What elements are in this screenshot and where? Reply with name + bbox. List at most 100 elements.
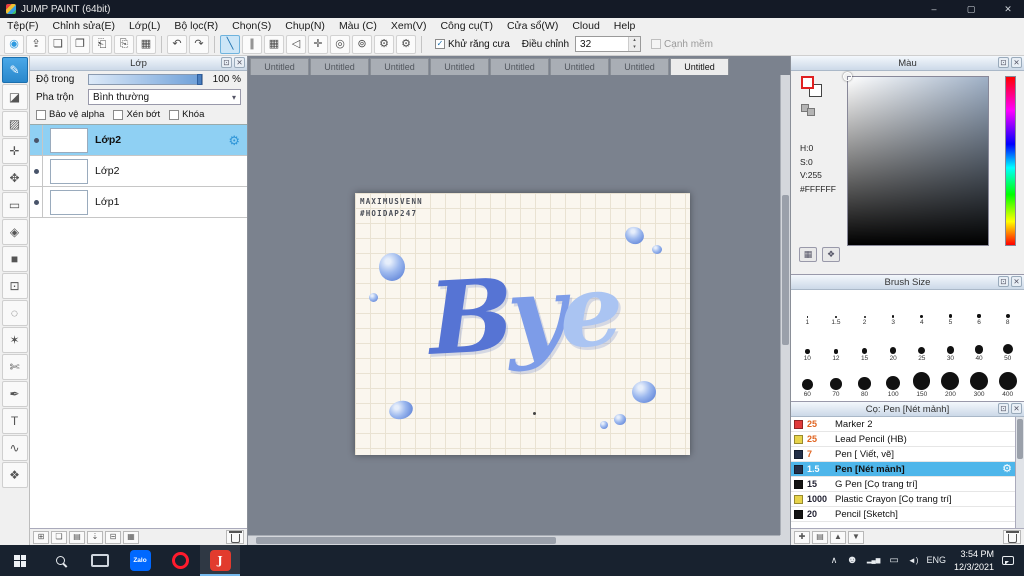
horizontal-scrollbar-thumb[interactable] — [256, 537, 556, 544]
vertical-scrollbar[interactable] — [780, 75, 790, 535]
layer-footer-icon[interactable]: ▤ — [69, 530, 85, 544]
toolbar-icon[interactable]: ⊚ — [352, 34, 372, 54]
palette-button[interactable]: ▦ — [799, 247, 817, 262]
tool-button[interactable]: ▨ — [1, 111, 28, 137]
tray-icon[interactable]: ◄) — [908, 556, 919, 565]
palette-button[interactable]: ❖ — [822, 247, 840, 262]
document-tab[interactable]: Untitled — [370, 58, 429, 75]
color-picker-cursor[interactable] — [843, 72, 852, 81]
document-tab[interactable]: Untitled — [310, 58, 369, 75]
brush-size-option[interactable]: 10 — [793, 328, 822, 364]
brush-footer-icon[interactable]: ▲ — [830, 530, 846, 544]
brush-size-option[interactable]: 70 — [822, 364, 851, 400]
tool-button[interactable]: ✶ — [1, 327, 28, 353]
tray-icon[interactable]: ▭ — [889, 555, 898, 566]
menu-item[interactable]: Lớp(L) — [122, 18, 167, 33]
brush-size-option[interactable]: 150 — [908, 364, 937, 400]
brush-size-option[interactable]: 100 — [879, 364, 908, 400]
toolbar-icon[interactable]: ✛ — [308, 34, 328, 54]
panel-float-icon[interactable]: ⊡ — [221, 57, 232, 68]
layer-footer-icon[interactable]: ⇣ — [87, 530, 103, 544]
brush-list-scrollbar-thumb[interactable] — [1017, 419, 1023, 459]
toolbar-icon[interactable]: ⎘ — [114, 34, 134, 54]
canvas-viewport[interactable]: MAXIMUSVENN #HOIDAP247 Bye — [248, 75, 780, 535]
brush-size-option[interactable]: 80 — [850, 364, 879, 400]
hue-slider[interactable] — [1005, 76, 1016, 246]
brush-size-option[interactable]: 5 — [936, 292, 965, 328]
panel-close-icon[interactable]: ✕ — [1011, 276, 1022, 287]
document-tab[interactable]: Untitled — [250, 58, 309, 75]
toolbar-icon[interactable]: ↷ — [189, 34, 209, 54]
layer-visibility-icon[interactable] — [30, 156, 43, 186]
menu-item[interactable]: Chụp(N) — [278, 18, 332, 33]
menu-item[interactable]: Chỉnh sửa(E) — [46, 18, 122, 33]
taskbar-app-opera[interactable] — [160, 545, 200, 576]
brush-row[interactable]: 1000 Plastic Crayon [Cọ trang trí] ⚙ — [791, 492, 1015, 507]
spin-down-icon[interactable]: ▾ — [629, 44, 641, 51]
brush-size-option[interactable]: 8 — [993, 292, 1022, 328]
layer-option-checkbox[interactable] — [36, 109, 46, 120]
tool-button[interactable]: ⊡ — [1, 273, 28, 299]
tool-button[interactable]: ◈ — [1, 219, 28, 245]
document-tab[interactable]: Untitled — [670, 58, 729, 75]
document-tab[interactable]: Untitled — [430, 58, 489, 75]
menu-item[interactable]: Bộ lọc(R) — [167, 18, 225, 33]
minimize-button[interactable]: – — [918, 0, 950, 18]
layer-row[interactable]: Lớp1 ⚙ — [30, 187, 247, 218]
brush-size-option[interactable]: 60 — [793, 364, 822, 400]
brush-list-scrollbar[interactable] — [1015, 417, 1024, 528]
tool-button[interactable]: ✄ — [1, 354, 28, 380]
document-tab[interactable]: Untitled — [610, 58, 669, 75]
delete-brush-button[interactable] — [1003, 530, 1021, 544]
menu-item[interactable]: Cửa sổ(W) — [500, 18, 565, 33]
document-tab[interactable]: Untitled — [550, 58, 609, 75]
panel-float-icon[interactable]: ⊡ — [998, 57, 1009, 68]
layer-footer-icon[interactable]: ❏ — [51, 530, 67, 544]
brush-size-option[interactable]: 1 — [793, 292, 822, 328]
brush-settings-gear-icon[interactable]: ⚙ — [1002, 463, 1012, 475]
brush-footer-icon[interactable]: ▼ — [848, 530, 864, 544]
brush-footer-icon[interactable]: ▤ — [812, 530, 828, 544]
delete-layer-button[interactable] — [226, 530, 244, 544]
toolbar-icon[interactable]: ╲ — [220, 34, 240, 54]
foreground-color-swatch[interactable] — [801, 76, 814, 89]
taskbar-search-button[interactable] — [40, 545, 80, 576]
tool-button[interactable]: ■ — [1, 246, 28, 272]
tool-button[interactable]: ▭ — [1, 192, 28, 218]
brush-footer-icon[interactable]: ✚ — [794, 530, 810, 544]
close-button[interactable]: ✕ — [992, 0, 1024, 18]
brush-size-option[interactable]: 3 — [879, 292, 908, 328]
layer-row[interactable]: Lớp2 ⚙ — [30, 156, 247, 187]
brush-row[interactable]: 15 G Pen [Cọ trang trí] ⚙ — [791, 477, 1015, 492]
opacity-slider[interactable] — [88, 74, 203, 85]
maximize-button[interactable]: ▢ — [955, 0, 987, 18]
brush-size-option[interactable]: 30 — [936, 328, 965, 364]
panel-float-icon[interactable]: ⊡ — [998, 276, 1009, 287]
saturation-value-picker[interactable] — [847, 76, 989, 246]
tool-button[interactable]: ∿ — [1, 435, 28, 461]
toolbar-icon[interactable]: ∥ — [242, 34, 262, 54]
menu-item[interactable]: Chọn(S) — [225, 18, 278, 33]
language-indicator[interactable]: ENG — [926, 556, 946, 565]
layer-footer-icon[interactable]: ⊟ — [105, 530, 121, 544]
brush-size-option[interactable]: 300 — [965, 364, 994, 400]
toolbar-icon[interactable]: ▦ — [264, 34, 284, 54]
brush-size-option[interactable]: 15 — [850, 328, 879, 364]
menu-item[interactable]: Màu (C) — [332, 18, 384, 33]
tool-button[interactable]: ◪ — [1, 84, 28, 110]
toolbar-icon[interactable]: ⚙ — [374, 34, 394, 54]
panel-close-icon[interactable]: ✕ — [234, 57, 245, 68]
tray-icon[interactable]: ▂▄▆ — [867, 558, 880, 564]
taskbar-clock[interactable]: 3:54 PM 12/3/2021 — [954, 548, 994, 572]
brush-size-option[interactable]: 2 — [850, 292, 879, 328]
tool-button[interactable]: ✛ — [1, 138, 28, 164]
layer-settings-gear-icon[interactable]: ⚙ — [228, 134, 240, 147]
toolbar-icon[interactable]: ❏ — [48, 34, 68, 54]
menu-item[interactable]: Công cụ(T) — [433, 18, 500, 33]
taskbar-app-explorer[interactable] — [80, 545, 120, 576]
brush-row[interactable]: 1.5 Pen [Nét mảnh] ⚙ — [791, 462, 1015, 477]
taskbar-app-jump-paint[interactable]: J — [200, 545, 240, 576]
layer-visibility-icon[interactable] — [30, 125, 43, 155]
brush-size-option[interactable]: 20 — [879, 328, 908, 364]
brush-size-option[interactable]: 50 — [993, 328, 1022, 364]
